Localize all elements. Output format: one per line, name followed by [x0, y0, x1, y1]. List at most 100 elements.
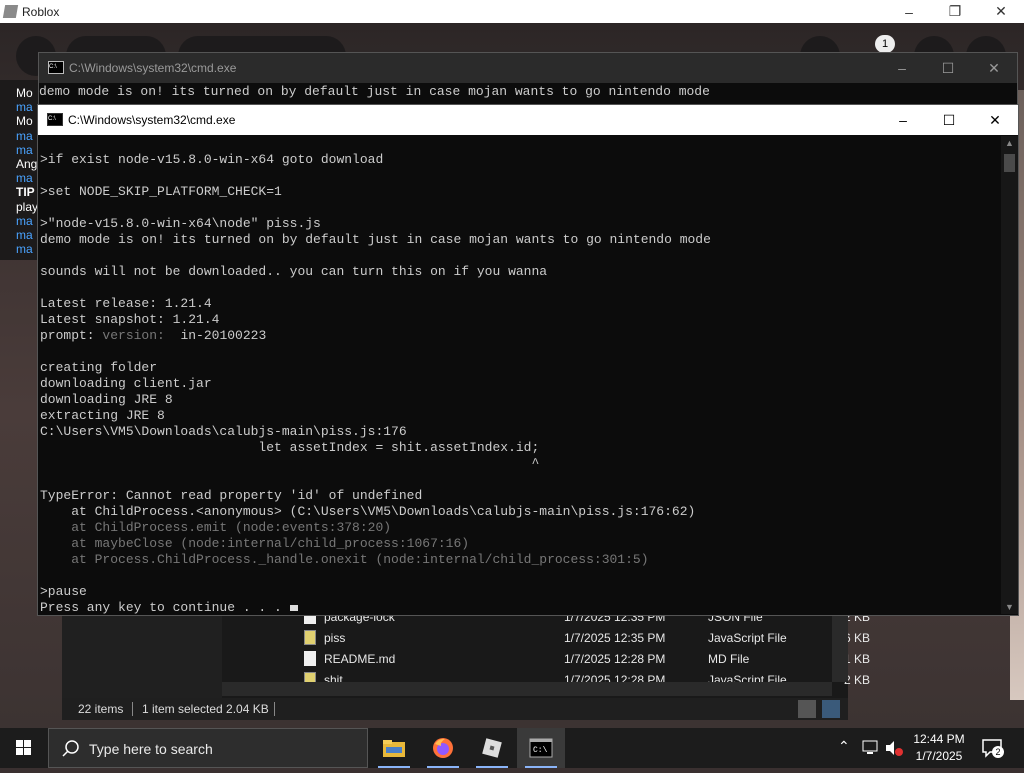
cmd-back-title: C:\Windows\system32\cmd.exe	[69, 61, 237, 75]
console-line: TypeError: Cannot read property 'id' of …	[40, 488, 996, 504]
explorer-horizontal-scrollbar[interactable]	[222, 682, 832, 696]
console-line: >if exist node-v15.8.0-win-x64 goto down…	[40, 152, 996, 168]
md-file-icon	[304, 651, 316, 666]
cmd-back-minimize-button[interactable]: –	[879, 53, 925, 83]
console-line-text: Press any key to continue . . .	[40, 600, 290, 614]
notification-count-badge: 2	[992, 746, 1004, 758]
console-line: at ChildProcess.emit (node:events:378:20…	[40, 520, 996, 536]
scrollbar-thumb[interactable]	[1004, 154, 1015, 172]
console-line-text: sounds will not be downloaded.. you can …	[40, 264, 548, 279]
cmd-minimize-button[interactable]: –	[880, 105, 926, 135]
file-date: 1/7/2025 12:35 PM	[564, 631, 666, 645]
explorer-vertical-scrollbar[interactable]	[832, 610, 848, 682]
console-line: Latest release: 1.21.4	[40, 296, 996, 312]
console-line-text: at ChildProcess.<anonymous> (C:\Users\VM…	[40, 504, 696, 519]
console-line: let assetIndex = shit.assetIndex.id;	[40, 440, 996, 456]
cmd-icon: C:\	[529, 738, 553, 758]
chevron-up-icon[interactable]: ⌃	[838, 738, 850, 755]
console-line: >"node-v15.8.0-win-x64\node" piss.js	[40, 216, 996, 232]
taskbar-search-box[interactable]: Type here to search	[48, 728, 368, 768]
network-icon	[862, 740, 878, 754]
console-line-text: >"node-v15.8.0-win-x64\node" piss.js	[40, 216, 321, 231]
console-line: sounds will not be downloaded.. you can …	[40, 264, 996, 280]
console-line-text: C:\Users\VM5\Downloads\calubjs-main\piss…	[40, 424, 407, 439]
file-explorer-icon	[383, 740, 405, 757]
cmd-back-titlebar[interactable]: C:\ C:\Windows\system32\cmd.exe – ☐ ✕	[39, 53, 1017, 83]
maximize-button[interactable]: ❐	[932, 0, 978, 23]
file-explorer-window: package-lock 1/7/2025 12:35 PM JSON File 92…	[62, 609, 870, 720]
cmd-window-active[interactable]: C:\ C:\Windows\system32\cmd.exe – ☐ ✕ >i…	[37, 104, 1019, 616]
console-line-text: at ChildProcess.emit (node:events:378:20…	[40, 520, 392, 535]
console-line-text: Latest release: 1.21.4	[40, 296, 212, 311]
console-line: demo mode is on! its turned on by defaul…	[40, 232, 996, 248]
console-line-text: >if exist node-v15.8.0-win-x64 goto down…	[40, 152, 384, 167]
minimize-button[interactable]: –	[886, 0, 932, 23]
console-line: at maybeClose (node:internal/child_proce…	[40, 536, 996, 552]
clock[interactable]: 12:44 PM 1/7/2025	[904, 731, 974, 765]
console-line: >pause	[40, 584, 996, 600]
clock-time: 12:44 PM	[913, 732, 965, 746]
cmd-back-close-button[interactable]: ✕	[971, 53, 1017, 83]
action-center-button[interactable]: 2	[980, 736, 1004, 760]
console-line-text: demo mode is on! its turned on by defaul…	[40, 232, 711, 247]
scroll-down-arrow-icon[interactable]: ▼	[1001, 600, 1018, 614]
cmd-close-button[interactable]: ✕	[972, 105, 1018, 135]
cmd-back-output: demo mode is on! its turned on by defaul…	[39, 84, 710, 99]
console-output[interactable]: >if exist node-v15.8.0-win-x64 goto down…	[40, 136, 996, 614]
console-line-text: at Process.ChildProcess._handle.onexit (…	[40, 552, 649, 567]
console-line: at Process.ChildProcess._handle.onexit (…	[40, 552, 996, 568]
console-line-text: prompt:	[40, 328, 103, 343]
roblox-taskbar-button[interactable]	[468, 728, 516, 768]
file-row[interactable]: README.md 1/7/2025 12:28 PM MD File 1 KB	[296, 648, 886, 669]
explorer-nav-pane[interactable]	[62, 610, 222, 698]
search-icon	[62, 740, 79, 757]
file-row[interactable]: piss 1/7/2025 12:35 PM JavaScript File 36 K…	[296, 627, 886, 648]
console-line-text: ^	[40, 456, 540, 471]
file-type: MD File	[708, 652, 750, 666]
cmd-back-maximize-button[interactable]: ☐	[925, 53, 971, 83]
text-cursor	[289, 605, 298, 611]
js-file-icon	[304, 630, 316, 645]
console-line-text: at maybeClose (node:internal/child_proce…	[40, 536, 470, 551]
clock-date: 1/7/2025	[915, 749, 963, 763]
roblox-logo-icon	[2, 5, 19, 18]
console-line-text: Latest snapshot: 1.21.4	[40, 312, 220, 327]
console-line: Press any key to continue . . .	[40, 600, 996, 614]
scroll-up-arrow-icon[interactable]: ▲	[1001, 136, 1018, 150]
cmd-titlebar[interactable]: C:\ C:\Windows\system32\cmd.exe – ☐ ✕	[38, 105, 1018, 135]
start-button[interactable]	[0, 728, 48, 768]
file-name: README.md	[324, 652, 396, 666]
cmd-maximize-button[interactable]: ☐	[926, 105, 972, 135]
volume-muted-icon	[886, 741, 903, 756]
firefox-taskbar-button[interactable]	[419, 728, 467, 768]
roblox-window-title: Roblox	[22, 4, 60, 19]
console-line: creating folder	[40, 360, 996, 376]
console-line-text: creating folder	[40, 360, 158, 375]
console-line: extracting JRE 8	[40, 408, 996, 424]
console-scrollbar[interactable]: ▲ ▼	[1001, 136, 1018, 614]
prompt-value: in-20100223	[164, 328, 267, 343]
selection-info: 1 item selected 2.04 KB	[142, 702, 269, 716]
details-view-button[interactable]	[798, 700, 816, 718]
cmd-icon: C:\	[47, 113, 63, 126]
cmd-taskbar-button[interactable]: C:\	[517, 728, 565, 768]
notification-badge: 1	[875, 35, 895, 53]
console-line-text: downloading client.jar	[40, 376, 212, 391]
file-explorer-taskbar-button[interactable]	[370, 728, 418, 768]
file-name: piss	[324, 631, 346, 645]
large-icons-view-button[interactable]	[822, 700, 840, 718]
console-line-text: extracting JRE 8	[40, 408, 165, 423]
console-line: Latest snapshot: 1.21.4	[40, 312, 996, 328]
close-button[interactable]: ✕	[978, 0, 1024, 23]
cmd-icon: C:\	[48, 61, 64, 74]
firefox-icon	[433, 738, 453, 758]
roblox-titlebar: Roblox – ❐ ✕	[0, 0, 1024, 23]
console-line: downloading JRE 8	[40, 392, 996, 408]
taskbar: Type here to search C:\ ⌃ 12:44 PM 1/7/2…	[0, 728, 1024, 768]
console-line-text: downloading JRE 8	[40, 392, 173, 407]
item-count: 22 items	[78, 702, 124, 716]
